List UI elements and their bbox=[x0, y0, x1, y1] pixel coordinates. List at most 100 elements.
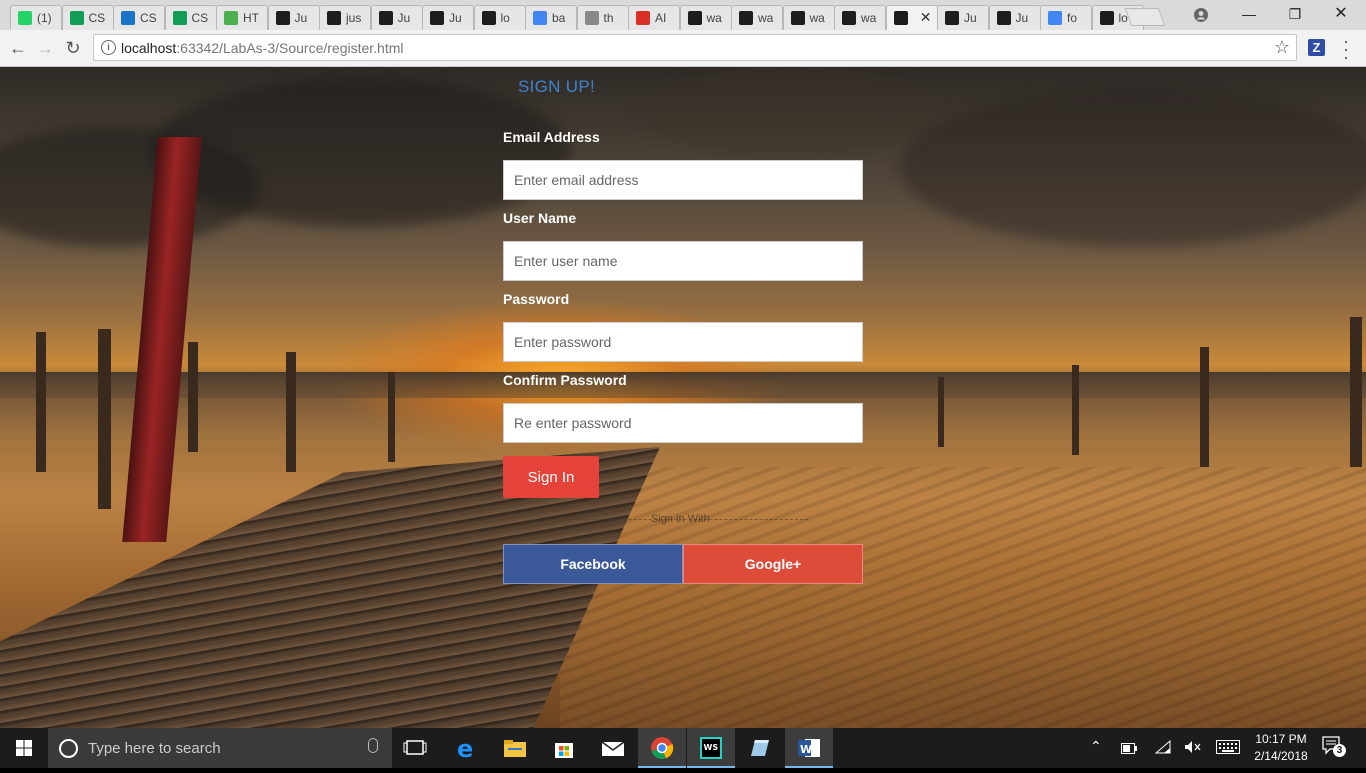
edge-icon[interactable]: e bbox=[443, 728, 491, 768]
volume-muted-icon[interactable] bbox=[1184, 740, 1202, 757]
tab-title: wa bbox=[861, 11, 877, 25]
webstorm-icon bbox=[842, 11, 856, 25]
webstorm-icon bbox=[739, 11, 753, 25]
file-explorer-icon[interactable] bbox=[491, 728, 539, 768]
taskbar-search-box[interactable]: Type here to search bbox=[48, 728, 392, 768]
word-taskbar-icon[interactable]: W bbox=[785, 728, 833, 768]
bookmark-star-icon[interactable]: ☆ bbox=[1274, 37, 1290, 58]
w3schools-icon bbox=[224, 11, 238, 25]
webstorm-icon bbox=[430, 11, 444, 25]
username-input[interactable] bbox=[503, 241, 863, 281]
chrome-menu-icon[interactable]: · · · bbox=[1341, 32, 1351, 66]
tab-title: Ju bbox=[964, 11, 977, 25]
address-bar[interactable]: i localhost:63342/LabAs-3/Source/registe… bbox=[93, 34, 1297, 61]
tab-title: wa bbox=[809, 11, 825, 25]
battery-icon[interactable] bbox=[1121, 741, 1137, 757]
close-window-button[interactable]: ✕ bbox=[1318, 0, 1364, 30]
tab-title: jus bbox=[346, 11, 362, 25]
webstorm-icon bbox=[790, 11, 805, 25]
svg-text:WS: WS bbox=[704, 743, 719, 752]
back-button[interactable]: ← bbox=[6, 36, 30, 60]
tab-title: th bbox=[603, 11, 614, 25]
adblock-icon bbox=[636, 11, 650, 25]
minimize-button[interactable]: — bbox=[1226, 0, 1272, 30]
task-view-icon[interactable] bbox=[392, 728, 440, 768]
browser-tab[interactable]: CS bbox=[164, 5, 217, 30]
browser-tab[interactable]: CS bbox=[113, 5, 165, 30]
browser-tab[interactable]: CS bbox=[61, 5, 114, 30]
keyboard-icon[interactable] bbox=[1216, 740, 1240, 757]
clock-time: 10:17 PM bbox=[1255, 732, 1307, 746]
chrome-taskbar-icon[interactable] bbox=[638, 728, 686, 768]
confirm-password-label: Confirm Password bbox=[503, 372, 627, 388]
new-tab-button[interactable] bbox=[1124, 8, 1166, 26]
mail-icon[interactable] bbox=[589, 728, 637, 768]
google-icon bbox=[1048, 11, 1062, 25]
google-plus-button[interactable]: Google+ bbox=[683, 544, 863, 584]
microphone-icon[interactable] bbox=[368, 738, 378, 753]
browser-tab[interactable]: Ju bbox=[267, 5, 320, 30]
tab-title: CS bbox=[191, 11, 209, 25]
tab-title: Ju bbox=[294, 11, 308, 25]
start-button[interactable] bbox=[0, 728, 48, 768]
browser-tab[interactable]: fo bbox=[1040, 5, 1092, 30]
document-icon bbox=[584, 11, 599, 25]
browser-tab[interactable]: wa bbox=[782, 5, 835, 30]
tab-title: Ju bbox=[1015, 11, 1029, 25]
email-input[interactable] bbox=[503, 160, 863, 200]
tab-title: wa bbox=[758, 11, 774, 25]
tab-title: ba bbox=[552, 11, 566, 25]
browser-tab[interactable]: th bbox=[576, 5, 629, 30]
browser-tab[interactable]: wa bbox=[834, 5, 886, 30]
browser-tab[interactable]: (1) bbox=[10, 5, 62, 30]
password-input[interactable] bbox=[503, 322, 863, 362]
facebook-button[interactable]: Facebook bbox=[503, 544, 683, 584]
browser-toolbar: ← → ↻ i localhost:63342/LabAs-3/Source/r… bbox=[0, 30, 1366, 67]
cortana-icon bbox=[59, 739, 78, 758]
webstorm-icon bbox=[275, 11, 290, 25]
browser-tab[interactable]: Ju bbox=[988, 5, 1041, 30]
notes-app-icon[interactable] bbox=[736, 728, 784, 768]
tab-title: Ju bbox=[397, 11, 411, 25]
browser-tab[interactable]: ba bbox=[525, 5, 577, 30]
info-icon[interactable]: i bbox=[101, 40, 116, 55]
clock-date: 2/14/2018 bbox=[1254, 749, 1308, 763]
browser-tab[interactable]: Ju bbox=[370, 5, 423, 30]
browser-tab[interactable]: HT bbox=[216, 5, 268, 30]
sign-in-button[interactable]: Sign In bbox=[503, 456, 599, 498]
google-icon bbox=[533, 11, 547, 25]
browser-tab[interactable]: wa bbox=[731, 5, 783, 30]
webstorm-icon bbox=[378, 11, 393, 25]
tab-title: CS bbox=[88, 11, 106, 25]
browser-tab[interactable]: lo bbox=[473, 5, 526, 30]
profile-icon[interactable] bbox=[1178, 0, 1224, 30]
webstorm-icon bbox=[481, 11, 496, 25]
zotero-extension-icon[interactable]: Z bbox=[1308, 39, 1325, 56]
action-center-icon[interactable]: 3 bbox=[1322, 736, 1346, 757]
webstorm-icon bbox=[893, 11, 908, 25]
browser-tab[interactable]: wa bbox=[679, 5, 732, 30]
tab-strip: (1) CS CS CS HT Ju jus Ju Ju lo ba th AI wa wa wa wa ✕ Ju J… bbox=[0, 0, 1366, 31]
reload-button[interactable]: ↻ bbox=[61, 36, 85, 60]
restore-button[interactable]: ❐ bbox=[1272, 0, 1318, 30]
wifi-icon[interactable] bbox=[1154, 739, 1171, 757]
webstorm-icon bbox=[996, 11, 1011, 25]
store-icon[interactable] bbox=[540, 728, 588, 768]
tab-title: AI bbox=[655, 11, 667, 25]
close-tab-icon[interactable]: ✕ bbox=[920, 9, 932, 26]
webstorm-taskbar-icon[interactable]: WS bbox=[687, 728, 735, 768]
show-hidden-icons-chevron-icon[interactable]: ⌃ bbox=[1090, 738, 1102, 755]
taskbar-clock[interactable]: 10:17 PM 2/14/2018 bbox=[1244, 731, 1318, 765]
username-label: User Name bbox=[503, 210, 577, 226]
browser-tab[interactable]: Ju bbox=[422, 5, 474, 30]
tab-title: CS bbox=[140, 11, 157, 25]
windows-logo-icon bbox=[16, 740, 32, 756]
email-label: Email Address bbox=[503, 129, 600, 145]
confirm-password-input[interactable] bbox=[503, 403, 863, 443]
webstorm-icon bbox=[945, 11, 959, 25]
forward-button[interactable]: → bbox=[33, 36, 57, 60]
browser-tab[interactable]: jus bbox=[319, 5, 371, 30]
browser-tab[interactable]: Ju bbox=[937, 5, 989, 30]
browser-tab[interactable]: AI bbox=[628, 5, 680, 30]
browser-tab[interactable]: ✕ bbox=[885, 5, 938, 31]
